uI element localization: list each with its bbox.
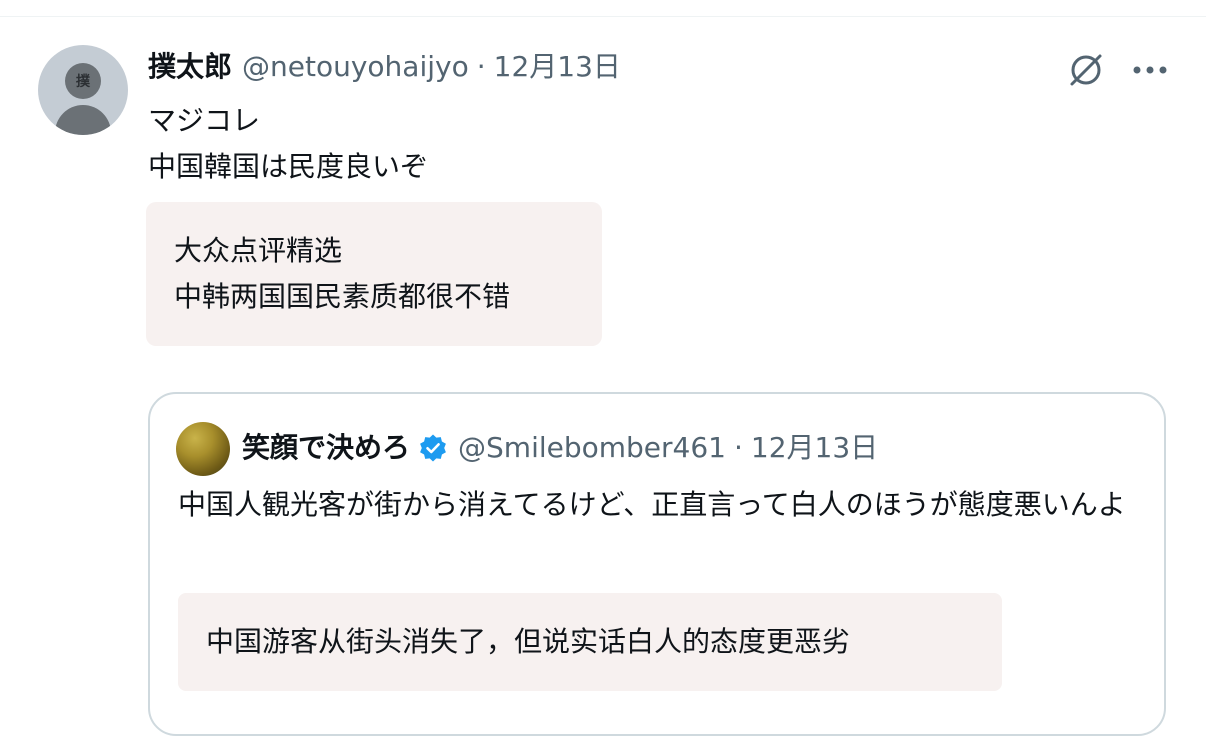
author-avatar[interactable]: 撲 [38, 45, 128, 135]
translation-line: 大众点评精选 [174, 234, 343, 267]
header-separator: · [476, 50, 486, 83]
post-text-line: マジコレ [148, 104, 261, 137]
author-name[interactable]: 撲太郎 [148, 49, 232, 85]
avatar-silhouette [55, 105, 111, 135]
post-text-line: 中国韓国は民度良いぞ [148, 150, 429, 183]
post-translation: 大众点评精选 中韩两国国民素质都很不错 [146, 202, 602, 346]
author-handle[interactable]: @netouyohaijyo [242, 49, 469, 85]
quoted-author-handle[interactable]: @Smilebomber461 [458, 430, 726, 466]
quoted-author-name[interactable]: 笑顔で決めろ [242, 430, 410, 466]
more-icon[interactable] [1130, 50, 1170, 90]
post-actions [1066, 50, 1170, 90]
quoted-post-header: 笑顔で決めろ @Smilebomber461 · 12月13日 [242, 430, 878, 466]
quoted-header-separator: · [733, 431, 743, 464]
quoted-post[interactable]: 笑顔で決めろ @Smilebomber461 · 12月13日 中国人観光客が街… [148, 392, 1166, 736]
grok-icon[interactable] [1066, 50, 1106, 90]
top-divider [0, 16, 1206, 17]
quoted-post-text: 中国人観光客が街から消えてるけど、正直言って白人のほうが態度悪いんよ [178, 488, 1126, 521]
translation-line: 中韩两国国民素质都很不错 [174, 280, 511, 313]
post-date[interactable]: 12月13日 [494, 49, 621, 85]
verified-badge-icon [418, 433, 448, 463]
quoted-post-date[interactable]: 12月13日 [751, 430, 878, 466]
post-text: マジコレ 中国韓国は民度良いぞ [148, 98, 428, 190]
avatar-character: 撲 [65, 63, 101, 99]
quoted-post-translation: 中国游客从街头消失了，但说实话白人的态度更恶劣 [178, 593, 1002, 691]
quoted-author-avatar[interactable] [176, 422, 230, 476]
post-header: 撲太郎 @netouyohaijyo · 12月13日 [148, 49, 621, 85]
